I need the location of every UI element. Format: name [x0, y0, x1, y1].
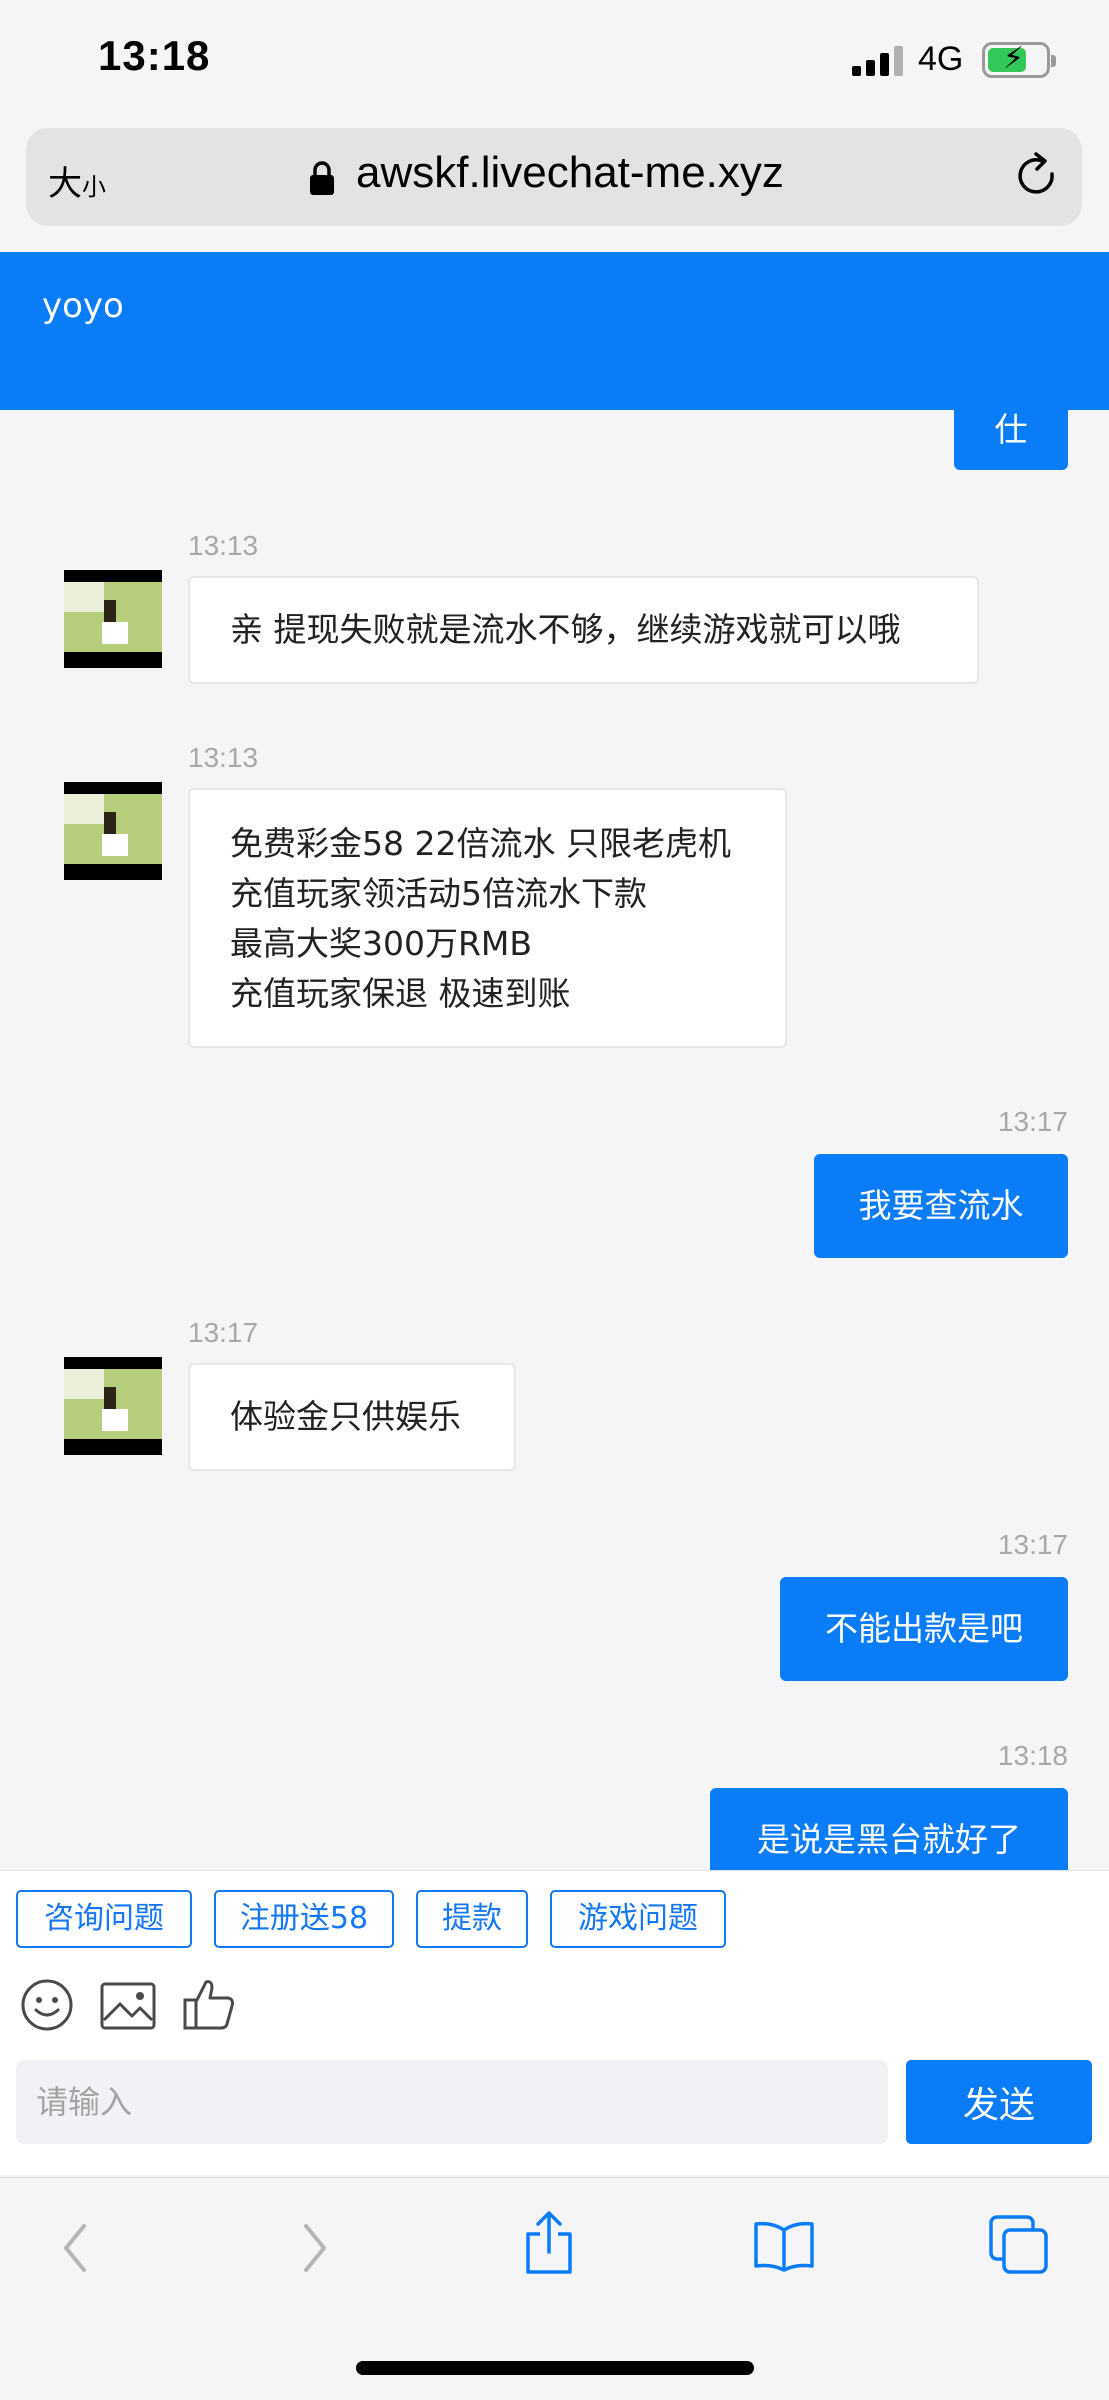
- url-text[interactable]: awskf.livechat-me.xyz: [356, 148, 784, 198]
- message-line: 充值玩家领活动5倍流水下款: [230, 874, 647, 913]
- chat-title: yoyo: [42, 286, 124, 326]
- smiley-icon[interactable]: [20, 1978, 74, 2032]
- image-icon[interactable]: [100, 1982, 156, 2030]
- forward-icon[interactable]: [300, 2222, 330, 2274]
- partial-bubble-text: 仕: [994, 410, 1028, 449]
- send-button[interactable]: 发送: [906, 2060, 1092, 2144]
- quick-reply-button[interactable]: 提款: [416, 1890, 528, 1948]
- message-time: 13:17: [997, 1529, 1068, 1560]
- status-time: 13:18: [98, 32, 211, 79]
- text-size-big: 大: [48, 164, 82, 204]
- quick-reply-button[interactable]: 咨询问题: [16, 1890, 192, 1948]
- message-time: 13:13: [188, 742, 259, 773]
- message-text: 不能出款是吧: [825, 1609, 1023, 1648]
- tabs-icon[interactable]: [988, 2214, 1050, 2274]
- chat-header: [0, 252, 1109, 410]
- share-icon[interactable]: [522, 2210, 576, 2276]
- message-bubble-outgoing: 我要查流水: [814, 1154, 1068, 1258]
- signal-icon: [852, 46, 904, 76]
- message-bubble-incoming: 亲 提现失败就是流水不够，继续游戏就可以哦: [188, 576, 979, 684]
- message-line: 亲 提现失败就是流水不够，继续游戏就可以哦: [230, 610, 901, 649]
- message-list[interactable]: 仕 13:13 亲 提现失败就是流水不够，继续游戏就可以哦 13:13 免费彩金…: [0, 410, 1109, 1870]
- text-size-small: 小: [82, 173, 106, 201]
- avatar: [64, 1357, 162, 1455]
- network-type: 4G: [918, 40, 964, 78]
- back-icon[interactable]: [60, 2222, 90, 2274]
- message-input[interactable]: [16, 2060, 888, 2144]
- quick-reply-button[interactable]: 注册送58: [214, 1890, 394, 1948]
- avatar: [64, 570, 162, 668]
- thumbs-up-icon[interactable]: [182, 1976, 236, 2032]
- home-indicator[interactable]: [356, 2361, 754, 2375]
- message-bubble-outgoing-partial: 仕: [954, 410, 1068, 470]
- message-time: 13:17: [997, 1106, 1068, 1137]
- message-line: 免费彩金58 22倍流水 只限老虎机: [230, 824, 731, 863]
- battery-icon: ⚡: [982, 41, 1056, 78]
- message-time: 13:18: [997, 1740, 1068, 1771]
- bookmarks-icon[interactable]: [752, 2220, 816, 2272]
- message-time: 13:13: [188, 530, 259, 561]
- message-bubble-incoming: 体验金只供娱乐: [188, 1363, 516, 1471]
- quick-reply-button[interactable]: 游戏问题: [550, 1890, 726, 1948]
- message-bubble-outgoing: 是说是黑台就好了: [710, 1788, 1068, 1870]
- message-text: 是说是黑台就好了: [757, 1820, 1021, 1859]
- message-line: 最高大奖300万RMB: [230, 924, 533, 963]
- message-text: 我要查流水: [858, 1186, 1024, 1225]
- reload-icon[interactable]: [1014, 150, 1062, 202]
- text-size-button[interactable]: 大小: [48, 156, 106, 205]
- message-line: 充值玩家保退 极速到账: [230, 974, 571, 1013]
- avatar: [64, 782, 162, 880]
- message-time: 13:17: [188, 1317, 259, 1348]
- lock-icon: [310, 161, 334, 195]
- message-bubble-incoming: 免费彩金58 22倍流水 只限老虎机 充值玩家领活动5倍流水下款 最高大奖300…: [188, 788, 787, 1048]
- message-line: 体验金只供娱乐: [230, 1397, 461, 1436]
- message-bubble-outgoing: 不能出款是吧: [780, 1577, 1068, 1681]
